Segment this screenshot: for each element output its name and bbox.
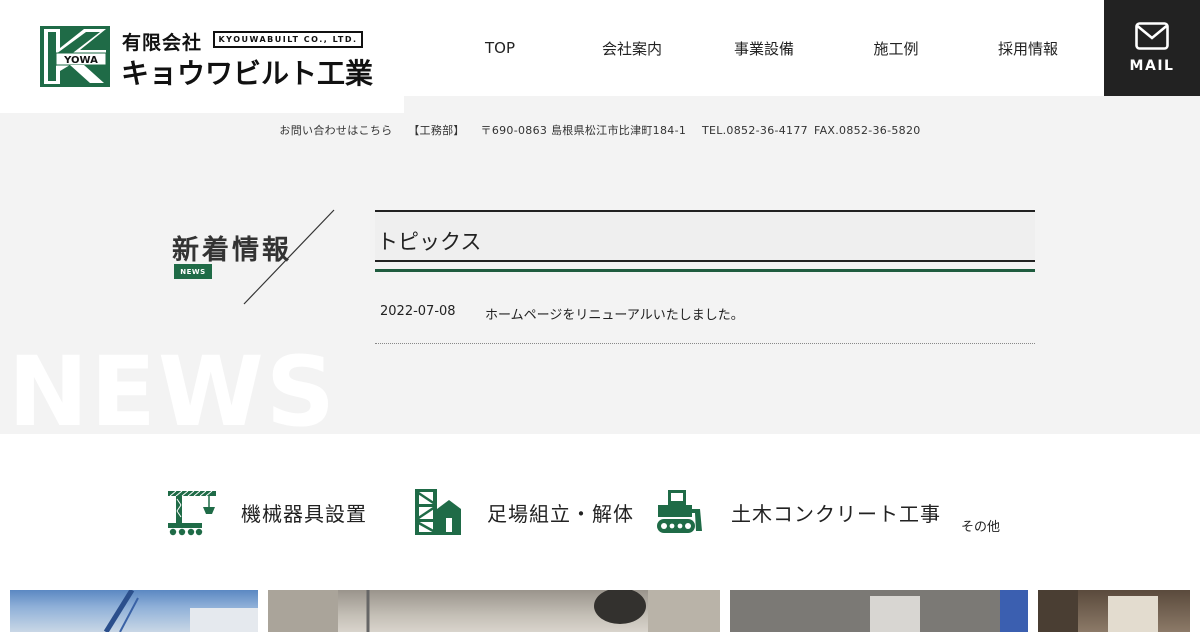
slash-divider: [243, 209, 335, 305]
topics-title: トピックス: [377, 230, 482, 254]
service-machinery[interactable]: 機械器具設置: [166, 486, 367, 538]
logo[interactable]: YOWA 有限会社 KYOUWABUILT CO., LTD. キョウワビルト工…: [0, 0, 404, 113]
service-scaffolding[interactable]: 足場組立・解体: [412, 486, 634, 538]
news-watermark: NEWS: [8, 336, 337, 434]
service-scaffolding-label: 足場組立・解体: [487, 501, 634, 526]
contact-info: お問い合わせはこちら 【工務部】 〒690-0863 島根県松江市比津町184-…: [0, 122, 1200, 138]
work-photo-machinery[interactable]: [730, 590, 1028, 632]
contact-address: 〒690-0863 島根県松江市比津町184-1: [480, 124, 687, 137]
work-photo-site[interactable]: [268, 590, 720, 632]
topics-header: トピックス: [375, 210, 1035, 262]
nav-recruit[interactable]: 採用情報: [962, 0, 1094, 96]
service-other-label[interactable]: その他: [961, 516, 1000, 535]
contact-department: 【工務部】: [408, 124, 465, 137]
page: YOWA 有限会社 KYOUWABUILT CO., LTD. キョウワビルト工…: [0, 0, 1200, 632]
service-civil-concrete-label: 土木コンクリート工事: [731, 501, 941, 526]
service-civil-concrete[interactable]: 土木コンクリート工事: [655, 486, 941, 538]
crane-icon: [168, 490, 216, 536]
work-photo-crane[interactable]: [10, 590, 258, 632]
works-photo-strip: [0, 590, 1200, 632]
news-badge: NEWS: [174, 264, 212, 279]
news-date: 2022-07-08: [380, 304, 456, 319]
news-item[interactable]: 2022-07-08 ホームページをリニューアルいたしました。: [375, 296, 1035, 344]
contact-fax: FAX.0852-36-5820: [813, 124, 921, 137]
scaffold-icon: [415, 489, 461, 535]
nav-works[interactable]: 施工例: [830, 0, 962, 96]
nav-company[interactable]: 会社案内: [566, 0, 698, 96]
company-logo-mark: YOWA: [40, 26, 110, 87]
news-section: お問い合わせはこちら 【工務部】 〒690-0863 島根県松江市比津町184-…: [0, 96, 1200, 434]
mail-label: MAIL: [1129, 58, 1175, 74]
bulldozer-icon: [657, 490, 702, 533]
logo-mark-text: YOWA: [63, 55, 98, 66]
service-machinery-label: 機械器具設置: [241, 501, 367, 526]
topics-underline: [375, 269, 1035, 272]
company-english-name: KYOUWABUILT CO., LTD.: [213, 31, 363, 48]
contact-lead[interactable]: お問い合わせはこちら: [279, 124, 392, 137]
services-section: 機械器具設置 足場組立・解体 土木コンクリート工事 その他: [0, 434, 1200, 590]
nav-top[interactable]: TOP: [434, 0, 566, 96]
mail-button[interactable]: MAIL: [1104, 0, 1200, 96]
company-type: 有限会社: [122, 32, 203, 54]
contact-tel[interactable]: TEL.0852-36-4177: [702, 124, 808, 137]
nav-business[interactable]: 事業設備: [698, 0, 830, 96]
work-photo-worker[interactable]: [1038, 590, 1190, 632]
company-name: キョウワビルト工業: [121, 57, 374, 90]
envelope-icon: [1135, 22, 1169, 50]
global-nav: TOP 会社案内 事業設備 施工例 採用情報: [434, 0, 1094, 96]
news-title[interactable]: ホームページをリニューアルいたしました。: [485, 296, 744, 343]
